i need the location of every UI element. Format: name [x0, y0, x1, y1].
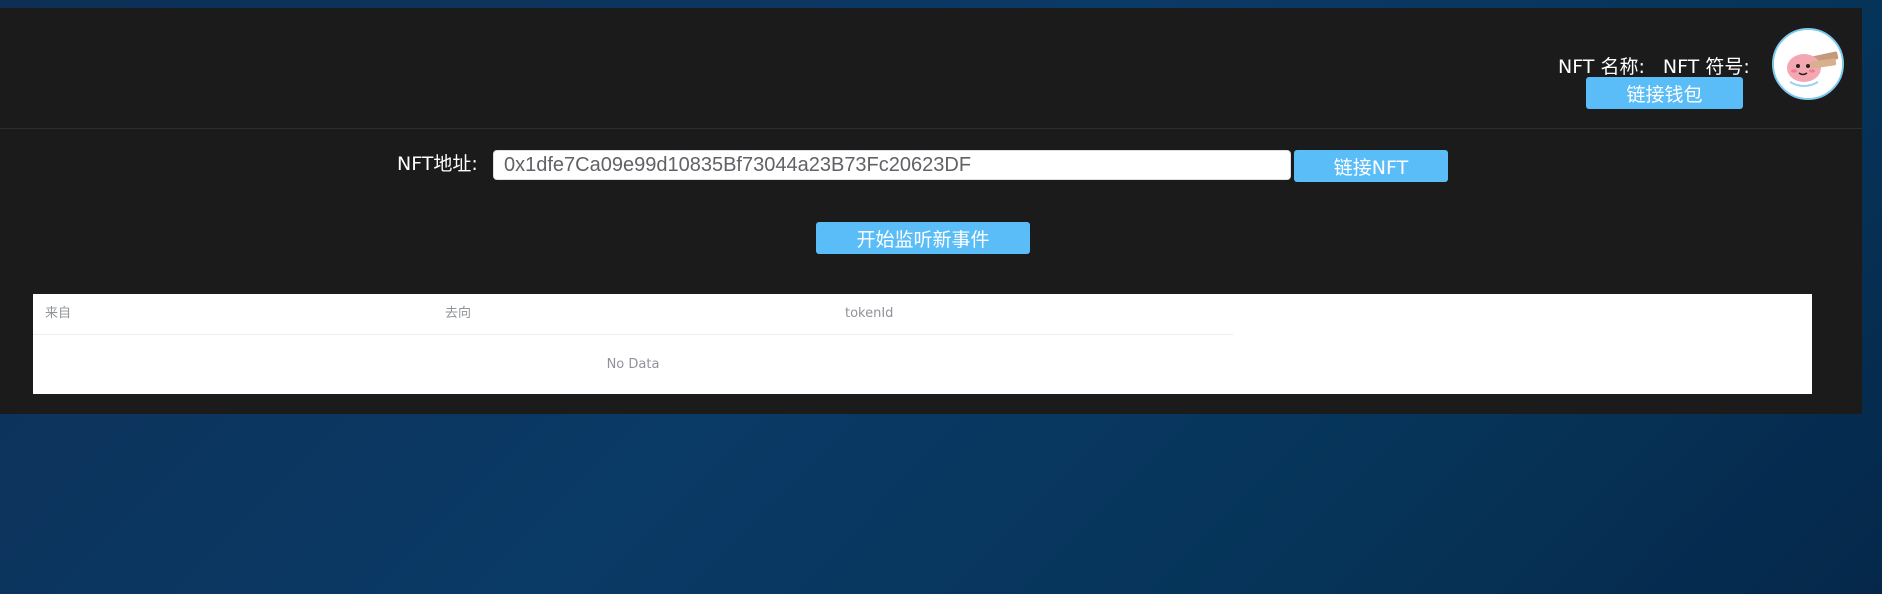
nft-name-label: NFT 名称: — [1558, 56, 1645, 78]
nft-address-label: NFT地址: — [397, 153, 478, 175]
column-token-id: tokenId — [845, 306, 894, 321]
column-from: 来自 — [45, 306, 72, 321]
address-row: NFT地址: 链接NFT — [0, 149, 1862, 182]
start-listen-button[interactable]: 开始监听新事件 — [816, 222, 1030, 254]
column-to: 去向 — [445, 306, 472, 321]
app-panel: NFT 名称: NFT 符号: 链接钱包 NFT地址: 链接NFT 开始监听新事件 — [0, 8, 1862, 414]
connect-wallet-button[interactable]: 链接钱包 — [1586, 77, 1743, 109]
nft-info: NFT 名称: NFT 符号: — [1558, 52, 1750, 79]
nft-symbol-label: NFT 符号: — [1662, 56, 1750, 78]
connect-nft-button[interactable]: 链接NFT — [1294, 150, 1448, 182]
cartoon-avatar-icon — [1774, 30, 1842, 98]
avatar[interactable] — [1772, 28, 1844, 100]
nft-address-input[interactable] — [493, 150, 1291, 180]
events-table: 来自 去向 tokenId No Data — [33, 294, 1812, 394]
header: NFT 名称: NFT 符号: 链接钱包 — [0, 8, 1862, 129]
table-header: 来自 去向 tokenId — [33, 294, 1233, 335]
empty-state-text: No Data — [606, 357, 660, 372]
